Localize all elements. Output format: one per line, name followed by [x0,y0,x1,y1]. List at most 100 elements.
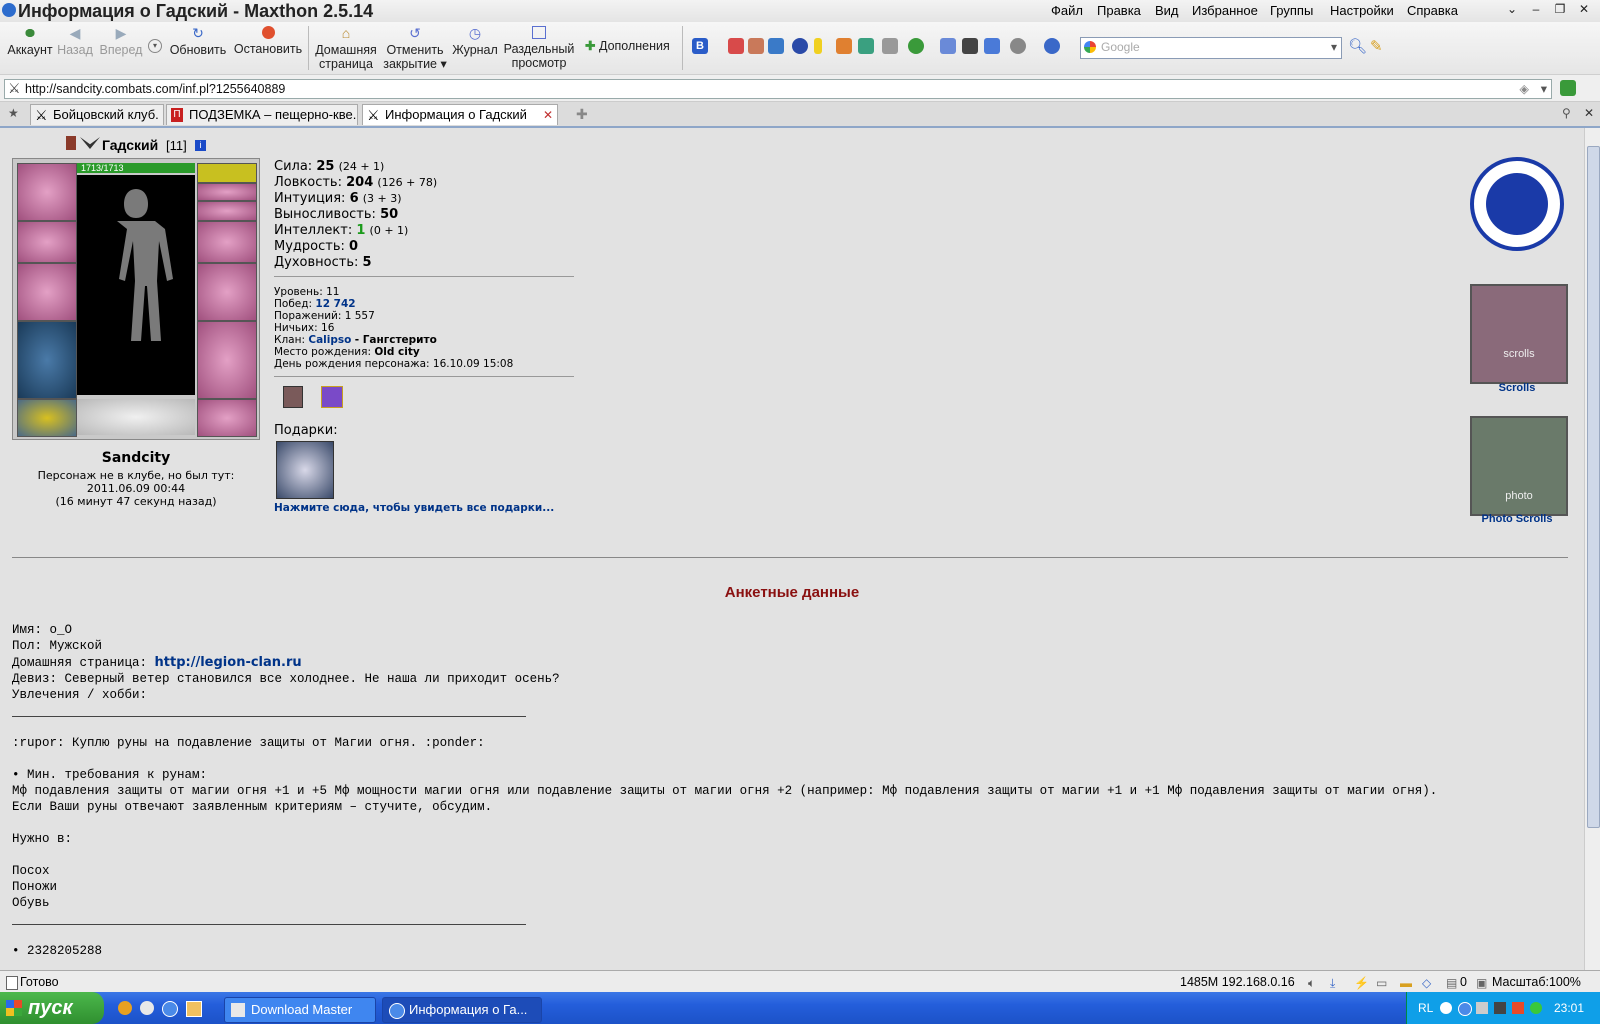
quicklaunch-icon[interactable] [118,1001,132,1015]
chevron-down-icon[interactable]: ⌄ [1502,2,1522,18]
quicklaunch-icon[interactable] [186,1001,202,1017]
language-indicator[interactable]: RL [1418,1001,1433,1015]
gloves-slot[interactable] [197,221,257,263]
zoom-icon[interactable] [940,38,956,54]
tab-info[interactable]: ⚔ Информация о Гадский ✕ [362,104,558,125]
close-tab-icon[interactable]: ✕ [543,105,553,125]
gift-item[interactable] [276,441,334,499]
tools-icon[interactable] [836,38,852,54]
window-icon[interactable]: ▭ [1376,976,1387,990]
badge-icon[interactable] [321,386,343,408]
leggings-slot[interactable] [197,321,257,399]
task-browser[interactable]: Информация о Га... [382,997,542,1023]
search-input[interactable]: Google ▾ [1080,37,1342,59]
layers-icon[interactable]: ◇ [1422,976,1431,990]
bracers-slot[interactable] [17,221,77,263]
chevron-down-icon[interactable]: ▾ [1541,81,1547,96]
download-icon[interactable]: ⤓ [1330,976,1335,991]
info-icon[interactable]: i [195,140,206,151]
folder-icon[interactable]: ▬ [1400,976,1412,990]
brush-icon[interactable]: ✎ [1370,37,1383,55]
close-icon[interactable]: ✕ [1574,2,1594,18]
home-button[interactable]: ⌂ Домашняя страница [312,26,380,71]
scrollbar-thumb[interactable] [1587,146,1600,828]
tray-icon[interactable] [1512,1002,1524,1014]
pen-icon[interactable] [728,38,744,54]
addons-button[interactable]: ✚ Дополнения [585,38,670,53]
chevron-down-icon[interactable]: ▾ [1331,40,1337,54]
go-icon[interactable] [1560,80,1576,96]
tabs-icon[interactable]: ▤ [1446,976,1457,990]
weapon-right-slot[interactable] [197,263,257,321]
minimize-icon[interactable]: – [1526,2,1546,18]
tray-icon[interactable] [1440,1002,1452,1014]
menu-help[interactable]: Справка [1407,3,1458,18]
scrolls-link[interactable]: Scrolls [1470,382,1564,394]
scrolls-icon[interactable]: scrolls [1470,284,1568,384]
start-button[interactable]: пуск [0,992,104,1024]
clip-icon[interactable] [882,38,898,54]
qr-icon[interactable] [962,38,978,54]
photo-scrolls-icon[interactable]: photo [1470,416,1568,516]
menu-edit[interactable]: Правка [1097,3,1141,18]
account-button[interactable]: Аккаунт [6,26,54,57]
tab-fight-club[interactable]: ⚔ Бойцовский клуб. [30,104,164,125]
pin-icon[interactable]: ⚲ [1562,106,1571,120]
tray-icon[interactable] [1458,1002,1472,1016]
tray-icon[interactable] [1476,1002,1488,1014]
blocker-icon[interactable] [748,38,764,54]
tab-podzemka[interactable]: П ПОДЗЕМКА – пещерно-кве... [166,104,358,125]
weapon-left-slot[interactable] [17,263,77,321]
homepage-link[interactable]: http://legion-clan.ru [155,655,302,670]
vk-icon[interactable]: B [692,38,708,54]
amulet-slot[interactable] [197,163,257,183]
resize-icon[interactable] [768,38,784,54]
ring-slot[interactable] [17,399,77,437]
helmet-slot[interactable] [17,163,77,221]
badge-icon[interactable] [283,386,303,408]
task-download-master[interactable]: Download Master [224,997,376,1023]
sync-icon[interactable] [1044,38,1060,54]
split-view-button[interactable]: Раздельный просмотр [502,26,576,70]
screenshot-icon[interactable] [984,38,1000,54]
menu-file[interactable]: Файл [1051,3,1083,18]
belt-slot[interactable] [197,183,257,201]
boots-slot[interactable] [197,399,257,437]
history-dropdown-icon[interactable]: ▾ [148,39,162,53]
clan-logo-icon[interactable] [1470,157,1564,251]
refresh-button[interactable]: ↻ Обновить [168,26,228,57]
scrollbar[interactable] [1584,128,1600,970]
image-icon[interactable] [858,38,874,54]
menu-groups[interactable]: Группы [1270,3,1313,18]
url-input[interactable]: ⚔ http://sandcity.combats.com/inf.pl?1255… [4,79,1552,99]
journal-button[interactable]: ◷ Журнал [451,26,499,57]
tray-icon[interactable] [1494,1002,1506,1014]
undo-close-button[interactable]: ↺ Отменить закрытие ▾ [382,26,448,71]
rings-slot[interactable] [197,201,257,221]
profile-text: Обувь [12,896,50,910]
highlighter-icon[interactable] [814,38,822,54]
zoom-level[interactable]: Масштаб:100% [1492,975,1581,989]
menu-favorites[interactable]: Избранное [1192,3,1258,18]
photo-scrolls-link[interactable]: Photo Scrolls [1470,513,1564,525]
new-tab-icon[interactable]: ✚ [576,106,588,123]
stop-button[interactable]: Остановить [232,26,304,56]
back-button[interactable]: ◀ Назад [56,26,94,57]
tray-icon[interactable] [1530,1002,1542,1014]
armor-slot[interactable] [17,321,77,399]
menu-settings[interactable]: Настройки [1330,3,1394,18]
search-icon[interactable]: 🔍︎ [1348,37,1367,55]
gear-icon[interactable] [1010,38,1026,54]
star-icon[interactable]: ★ [8,106,19,120]
quicklaunch-icon[interactable] [140,1001,154,1015]
close-icon[interactable]: ✕ [1584,106,1594,120]
forward-button[interactable]: ▶ Вперед [98,26,144,57]
all-gifts-link[interactable]: Нажмите сюда, чтобы увидеть все подарки.… [274,502,554,514]
speaker-icon[interactable]: 🔈︎ [1308,976,1315,991]
restore-icon[interactable]: ❐ [1550,2,1570,18]
menu-view[interactable]: Вид [1155,3,1179,18]
compass-icon[interactable] [792,38,808,54]
lightning-icon[interactable]: ⚡ [1354,976,1369,990]
globe-icon[interactable] [908,38,924,54]
quicklaunch-icon[interactable] [162,1001,178,1017]
